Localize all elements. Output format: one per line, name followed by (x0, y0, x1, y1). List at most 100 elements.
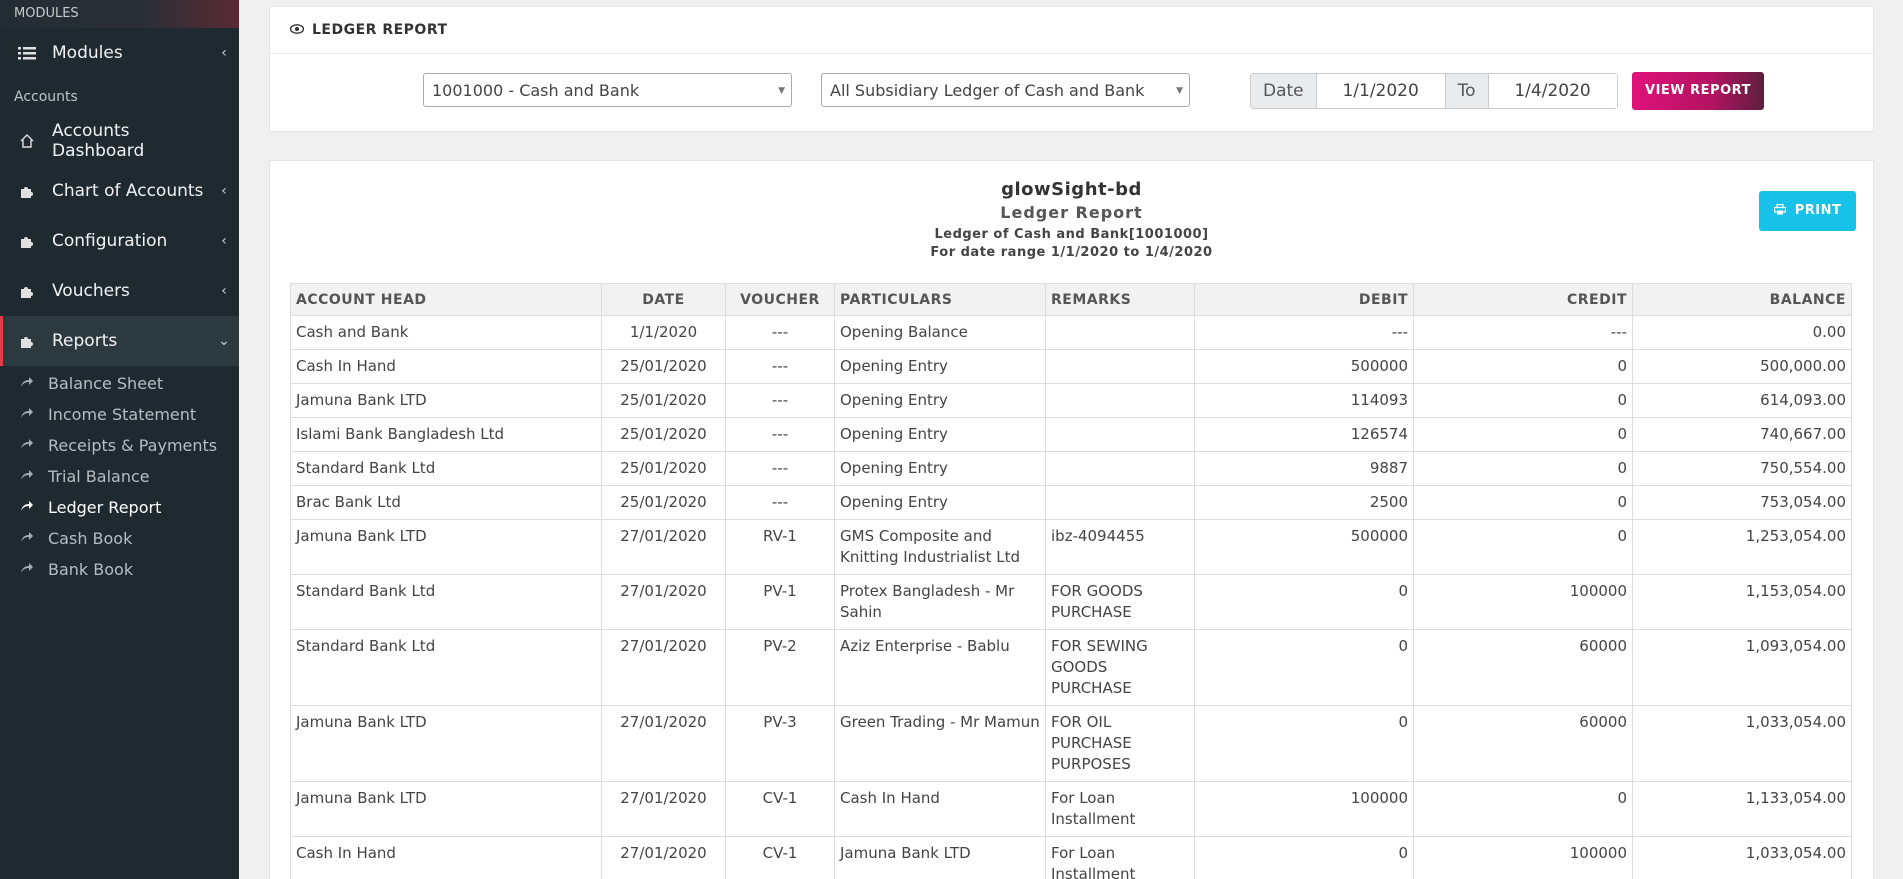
sidebar-section-accounts: Accounts (14, 89, 78, 105)
table-cell (1045, 451, 1195, 486)
date-range-group: Date 1/1/2020 To 1/4/2020 (1250, 73, 1618, 109)
date-from-input[interactable]: 1/1/2020 (1315, 74, 1446, 108)
table-cell: 753,054.00 (1632, 485, 1852, 520)
column-header: DEBIT (1194, 283, 1414, 316)
report-panel: glowSight-bd Ledger Report Ledger of Cas… (269, 160, 1874, 879)
table-row: Jamuna Bank LTD 25/01/2020 --- Opening Entr… (290, 383, 1852, 418)
share-icon (20, 500, 38, 516)
panel-title: LEDGER REPORT (312, 22, 448, 38)
sidebar-header: MODULES (0, 0, 239, 28)
table-cell: 25/01/2020 (601, 485, 726, 520)
view-report-button[interactable]: VIEW REPORT (1632, 72, 1764, 110)
sidebar-item-label: Reports (52, 331, 118, 351)
table-cell: Green Trading - Mr Mamun (834, 705, 1046, 782)
table-cell: 126574 (1194, 417, 1414, 452)
table-cell: 25/01/2020 (601, 417, 726, 452)
table-cell: FOR GOODS PURCHASE (1045, 574, 1195, 630)
sidebar-item-vouchers[interactable]: Vouchers ‹ (0, 266, 239, 316)
sidebar-item-chart-of-accounts[interactable]: Chart of Accounts ‹ (0, 166, 239, 216)
share-icon (20, 469, 38, 485)
share-icon (20, 438, 38, 454)
sidebar-subitem-label: Ledger Report (48, 498, 162, 517)
table-cell: 500000 (1194, 349, 1414, 384)
list-icon (16, 45, 38, 61)
table-cell: 0 (1194, 836, 1414, 879)
table-cell: PV-2 (725, 629, 835, 706)
sidebar-subitem-ledger-report[interactable]: Ledger Report (0, 492, 239, 523)
table-cell: Brac Bank Ltd (290, 485, 602, 520)
report-title: Ledger Report (1000, 203, 1143, 222)
chevron-left-icon: ‹ (221, 283, 227, 299)
table-cell: For Loan Installment (1045, 781, 1195, 837)
sidebar-subitem-label: Income Statement (48, 405, 197, 424)
sidebar-item-label: Configuration (52, 231, 168, 251)
sidebar-subitem-bank-book[interactable]: Bank Book (0, 554, 239, 585)
table-cell: --- (725, 315, 835, 350)
ledger-table: ACCOUNT HEAD DATE VOUCHER PARTICULARS REMARK… (290, 283, 1852, 879)
table-cell: Cash In Hand (290, 836, 602, 879)
dropdown-arrow-icon: ▼ (1176, 86, 1183, 96)
ledger-select[interactable]: 1001000 - Cash and Bank ▼ (423, 73, 792, 107)
table-cell: --- (725, 417, 835, 452)
company-name: glowSight-bd (1001, 179, 1142, 200)
table-row: Jamuna Bank LTD 27/01/2020 PV-3 Green Tradi… (290, 705, 1852, 782)
sidebar-item-configuration[interactable]: Configuration ‹ (0, 216, 239, 266)
date-label: Date (1251, 74, 1316, 108)
table-cell: --- (725, 383, 835, 418)
chevron-left-icon: ‹ (221, 45, 227, 61)
table-cell: Islami Bank Bangladesh Ltd (290, 417, 602, 452)
subsidiary-select[interactable]: All Subsidiary Ledger of Cash and Bank ▼ (821, 73, 1190, 107)
sidebar-subitem-label: Cash Book (48, 529, 133, 548)
table-cell: Opening Entry (834, 383, 1046, 418)
sidebar-subitem-balance-sheet[interactable]: Balance Sheet (0, 368, 239, 399)
sidebar-item-label: Vouchers (52, 281, 130, 301)
sidebar-subitem-label: Balance Sheet (48, 374, 164, 393)
sidebar-subitem-receipts-payments[interactable]: Receipts & Payments (0, 430, 239, 461)
filter-panel: LEDGER REPORT 1001000 - Cash and Bank ▼ … (269, 6, 1874, 132)
column-header: ACCOUNT HEAD (290, 283, 602, 316)
table-row: Islami Bank Bangladesh Ltd 25/01/2020 --- O… (290, 417, 1852, 452)
print-button[interactable]: PRINT (1759, 191, 1856, 231)
column-header: REMARKS (1045, 283, 1195, 316)
sidebar-item-reports[interactable]: Reports ⌄ (0, 316, 239, 366)
table-cell: Jamuna Bank LTD (290, 781, 602, 837)
table-cell: 1,133,054.00 (1632, 781, 1852, 837)
table-cell: 0.00 (1632, 315, 1852, 350)
share-icon (20, 407, 38, 423)
sidebar-item-modules[interactable]: Modules ‹ (0, 28, 239, 78)
table-cell: Jamuna Bank LTD (290, 383, 602, 418)
table-cell: 100000 (1194, 781, 1414, 837)
eye-icon (289, 23, 305, 37)
table-cell: Opening Entry (834, 349, 1046, 384)
date-to-input[interactable]: 1/4/2020 (1487, 74, 1617, 108)
sidebar-subitem-trial-balance[interactable]: Trial Balance (0, 461, 239, 492)
sidebar-subitem-label: Receipts & Payments (48, 436, 218, 455)
chevron-down-icon: ⌄ (218, 333, 230, 349)
table-row: Jamuna Bank LTD 27/01/2020 RV-1 GMS Composi… (290, 519, 1852, 575)
table-cell: Opening Balance (834, 315, 1046, 350)
sidebar-item-accounts-dashboard[interactable]: Accounts Dashboard (0, 116, 239, 166)
sidebar-subitem-cash-book[interactable]: Cash Book (0, 523, 239, 554)
sidebar-item-label: Accounts Dashboard (52, 121, 145, 161)
table-cell: 1,153,054.00 (1632, 574, 1852, 630)
table-header-row: ACCOUNT HEAD DATE VOUCHER PARTICULARS REMARK… (290, 283, 1852, 316)
table-row: Jamuna Bank LTD 27/01/2020 CV-1 Cash In Han… (290, 781, 1852, 837)
table-cell: 1,093,054.00 (1632, 629, 1852, 706)
table-cell: 0 (1413, 451, 1633, 486)
sidebar-subitem-label: Trial Balance (48, 467, 150, 486)
table-cell: 25/01/2020 (601, 383, 726, 418)
puzzle-icon (16, 183, 38, 199)
table-cell: 27/01/2020 (601, 836, 726, 879)
sidebar-subitem-income-statement[interactable]: Income Statement (0, 399, 239, 430)
puzzle-icon (16, 283, 38, 299)
share-icon (20, 562, 38, 578)
table-cell: 100000 (1413, 574, 1633, 630)
table-cell: --- (725, 451, 835, 486)
report-subtitle: Ledger of Cash and Bank[1001000] (934, 227, 1209, 242)
table-cell: --- (1413, 315, 1633, 350)
table-cell: Jamuna Bank LTD (834, 836, 1046, 879)
home-icon (16, 133, 38, 149)
table-cell: 27/01/2020 (601, 705, 726, 782)
table-cell: Opening Entry (834, 417, 1046, 452)
column-header: VOUCHER (725, 283, 835, 316)
